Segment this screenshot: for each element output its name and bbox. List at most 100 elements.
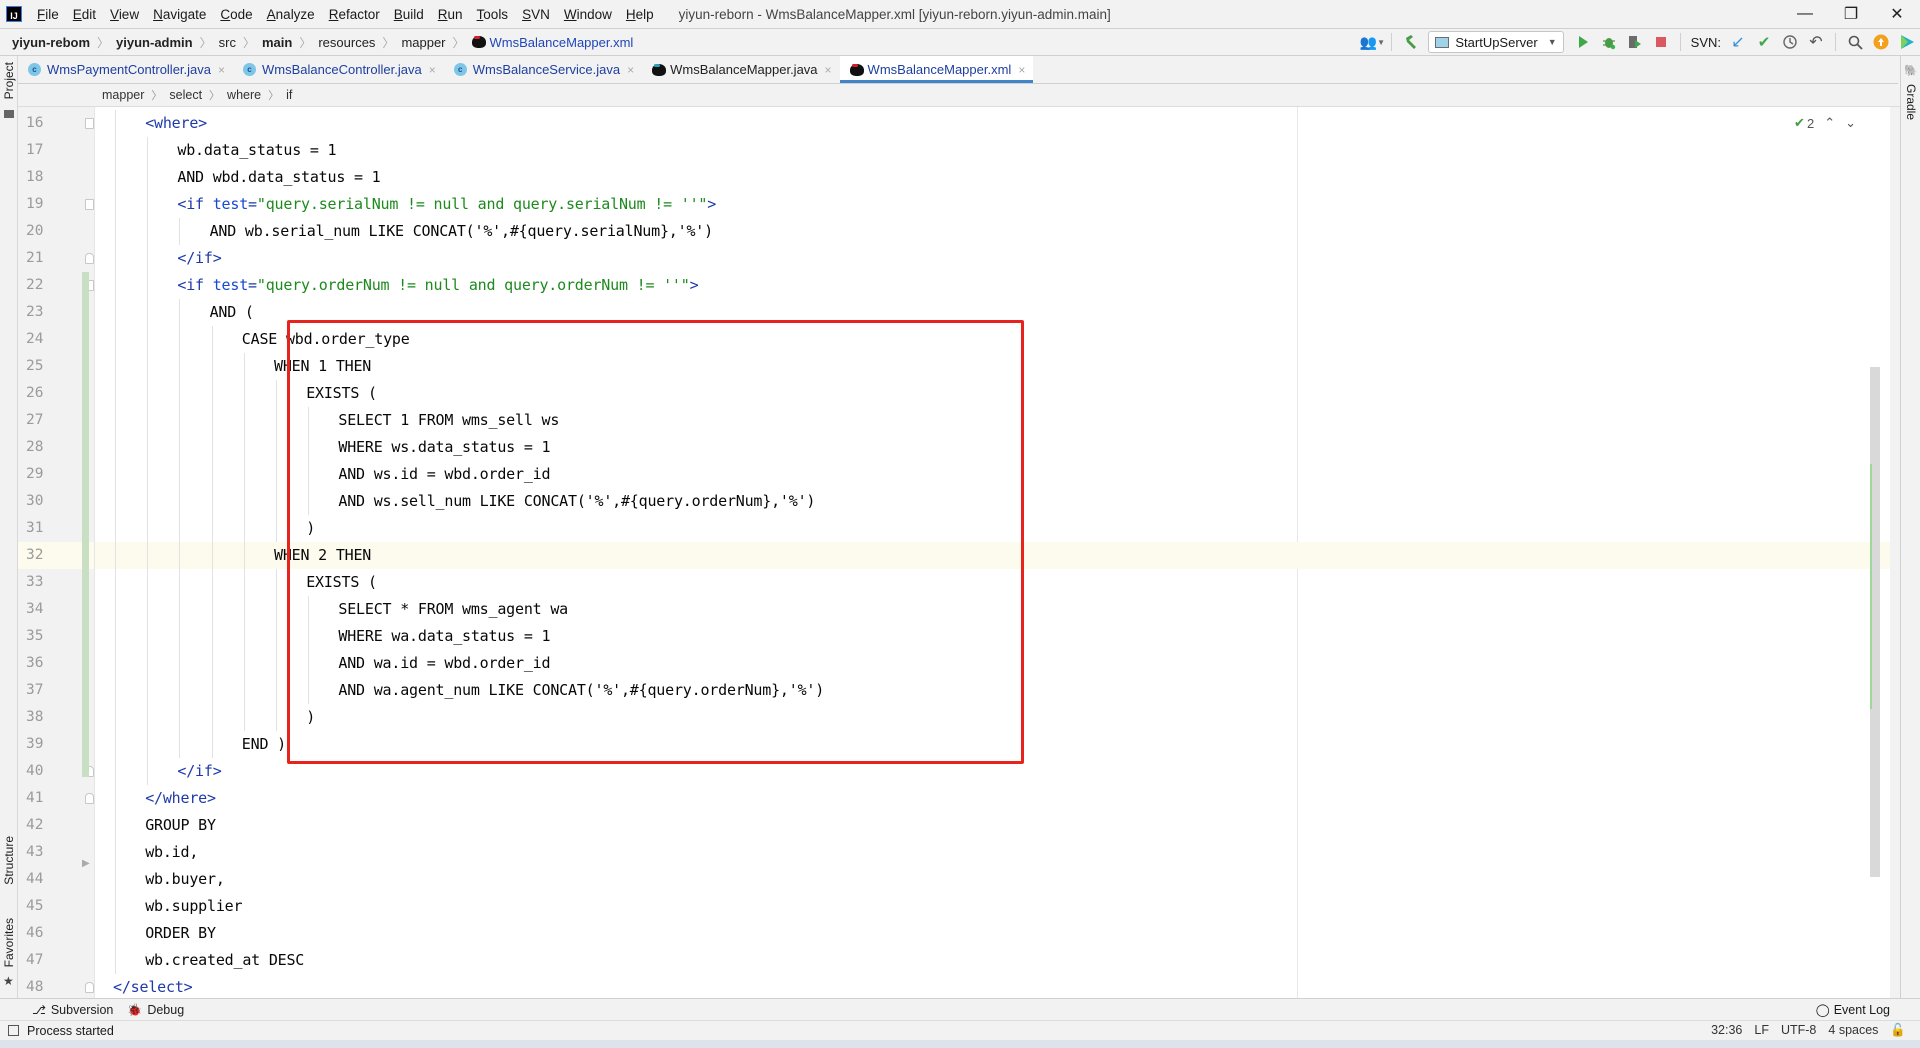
code-editor[interactable]: <where> wb.data_status = 1 AND wbd.data_st…: [95, 107, 1890, 998]
minimize-button[interactable]: —: [1782, 0, 1828, 28]
editor-breadcrumb-item[interactable]: where: [227, 88, 261, 102]
update-available-icon[interactable]: [1869, 30, 1893, 54]
code-line: WHERE wa.data_status = 1: [338, 623, 550, 650]
indent-setting[interactable]: 4 spaces: [1828, 1023, 1878, 1038]
menu-run[interactable]: Run: [431, 7, 470, 22]
menu-file[interactable]: File: [30, 7, 66, 22]
tab-wmsbalancemapper-java[interactable]: WmsBalanceMapper.java ×: [642, 56, 839, 83]
line-number: 19: [26, 196, 44, 212]
expand-arrow-icon[interactable]: ▶: [82, 858, 90, 869]
status-message[interactable]: Process started: [8, 1024, 114, 1038]
close-tab-icon[interactable]: ×: [627, 63, 634, 77]
plugin-icon[interactable]: [1895, 30, 1919, 54]
debug-icon[interactable]: [1597, 30, 1621, 54]
breadcrumb-item[interactable]: WmsBalanceMapper.xml: [470, 35, 636, 50]
revert-icon[interactable]: ↶: [1804, 30, 1828, 54]
breadcrumb-item[interactable]: resources: [316, 35, 377, 50]
code-token: </if>: [177, 762, 222, 780]
close-tab-icon[interactable]: ×: [1018, 63, 1025, 77]
caret-position[interactable]: 32:36: [1711, 1023, 1742, 1038]
coverage-icon[interactable]: [1623, 30, 1647, 54]
inspection-widget[interactable]: ✔ 2 ⌃ ⌄: [1794, 115, 1856, 131]
close-tab-icon[interactable]: ×: [429, 63, 436, 77]
line-number: 23: [26, 304, 44, 320]
menu-build[interactable]: Build: [387, 7, 431, 22]
fold-collapse-icon[interactable]: [85, 199, 94, 210]
event-log-button[interactable]: ◯ Event Log: [1815, 1002, 1890, 1018]
line-number: 17: [26, 142, 44, 158]
menu-refactor[interactable]: Refactor: [322, 7, 387, 22]
previous-highlight-button[interactable]: ⌃: [1824, 115, 1835, 131]
class-icon: c: [453, 63, 467, 76]
close-button[interactable]: ✕: [1874, 0, 1920, 28]
indent-guide: [211, 326, 213, 758]
editor-breadcrumb-item[interactable]: mapper: [102, 88, 144, 102]
fold-end-icon[interactable]: [85, 253, 94, 264]
menu-window[interactable]: Window: [557, 7, 619, 22]
menu-navigate[interactable]: Navigate: [146, 7, 213, 22]
breadcrumb-item[interactable]: yiyun-admin: [114, 35, 195, 50]
code-token: EXISTS (: [306, 384, 377, 402]
editor-breadcrumb-item[interactable]: select: [169, 88, 202, 102]
breadcrumb-item[interactable]: mapper: [399, 35, 447, 50]
editor-breadcrumb-item[interactable]: if: [286, 88, 292, 102]
vcs-change-marker[interactable]: [82, 272, 89, 777]
fold-end-icon[interactable]: [85, 982, 94, 993]
breadcrumb-item[interactable]: src: [217, 35, 238, 50]
code-line: WHERE ws.data_status = 1: [338, 434, 550, 461]
build-hammer-icon[interactable]: [1399, 30, 1423, 54]
menu-analyze[interactable]: Analyze: [260, 7, 322, 22]
maximize-button[interactable]: ❐: [1828, 0, 1874, 28]
tab-wmsbalanceservice-java[interactable]: c WmsBalanceService.java ×: [444, 56, 642, 83]
class-icon: c: [243, 63, 257, 76]
run-configuration-select[interactable]: StartUpServer ▼: [1428, 31, 1564, 53]
folder-icon: [4, 110, 14, 118]
close-tab-icon[interactable]: ×: [218, 63, 225, 77]
svn-commit-icon[interactable]: ✔: [1752, 30, 1776, 54]
tab-wmspaymentcontroller-java[interactable]: c WmsPaymentController.java ×: [18, 56, 233, 83]
code-line: </where>: [145, 785, 216, 812]
event-log-icon: ◯: [1815, 1003, 1830, 1017]
menu-view[interactable]: View: [103, 7, 146, 22]
next-highlight-button[interactable]: ⌄: [1845, 115, 1856, 131]
tool-subversion[interactable]: ⎇ Subversion: [32, 1003, 113, 1017]
favorites-panel-button[interactable]: Favorites: [2, 918, 16, 967]
menu-tools[interactable]: Tools: [470, 7, 516, 22]
menu-help[interactable]: Help: [619, 7, 661, 22]
svn-update-icon[interactable]: ↙: [1726, 30, 1750, 54]
tab-wmsbalancecontroller-java[interactable]: c WmsBalanceController.java ×: [233, 56, 444, 83]
code-token: >: [689, 276, 699, 294]
main-toolbar: 👥 ▼ StartUpServer ▼ SVN: ↙ ✔ ↶: [1359, 29, 1920, 55]
user-icon[interactable]: 👥 ▼: [1360, 30, 1385, 54]
run-icon[interactable]: [1571, 30, 1595, 54]
fold-collapse-icon[interactable]: [85, 118, 94, 129]
breadcrumb-item[interactable]: main: [260, 35, 294, 50]
breadcrumb-item[interactable]: yiyun-rebom: [10, 35, 92, 50]
code-line: ORDER BY: [145, 920, 216, 947]
project-panel-button[interactable]: Project: [2, 62, 16, 99]
tool-debug[interactable]: 🐞 Debug: [127, 1003, 184, 1017]
search-icon[interactable]: [1843, 30, 1867, 54]
indent-guide: [276, 569, 277, 731]
menu-svn[interactable]: SVN: [515, 7, 557, 22]
navigation-bar: yiyun-rebom 〉 yiyun-admin 〉 src 〉 main 〉 resourc…: [0, 28, 1920, 56]
breadcrumb-label: mapper: [401, 34, 446, 50]
stop-icon[interactable]: [1649, 30, 1673, 54]
menu-code[interactable]: Code: [213, 7, 259, 22]
menu-edit[interactable]: Edit: [66, 7, 103, 22]
line-separator[interactable]: LF: [1754, 1023, 1769, 1038]
fold-end-icon[interactable]: [85, 793, 94, 804]
structure-panel-button[interactable]: Structure: [2, 836, 16, 885]
line-number: 35: [26, 628, 44, 644]
code-line: AND ws.sell_num LIKE CONCAT('%',#{query.…: [338, 488, 815, 515]
history-icon[interactable]: [1778, 30, 1802, 54]
close-tab-icon[interactable]: ×: [825, 63, 832, 77]
file-encoding[interactable]: UTF-8: [1781, 1023, 1816, 1038]
code-token: </select>: [113, 978, 193, 996]
line-number: 20: [26, 223, 44, 239]
code-line: <where>: [145, 110, 207, 137]
tab-wmsbalancemapper-xml[interactable]: WmsBalanceMapper.xml ×: [839, 56, 1034, 83]
lock-icon[interactable]: 🔓: [1890, 1023, 1906, 1038]
gradle-panel-button[interactable]: Gradle: [1904, 84, 1918, 120]
left-tool-window-strip: Project Structure Favorites ★: [0, 56, 18, 1000]
